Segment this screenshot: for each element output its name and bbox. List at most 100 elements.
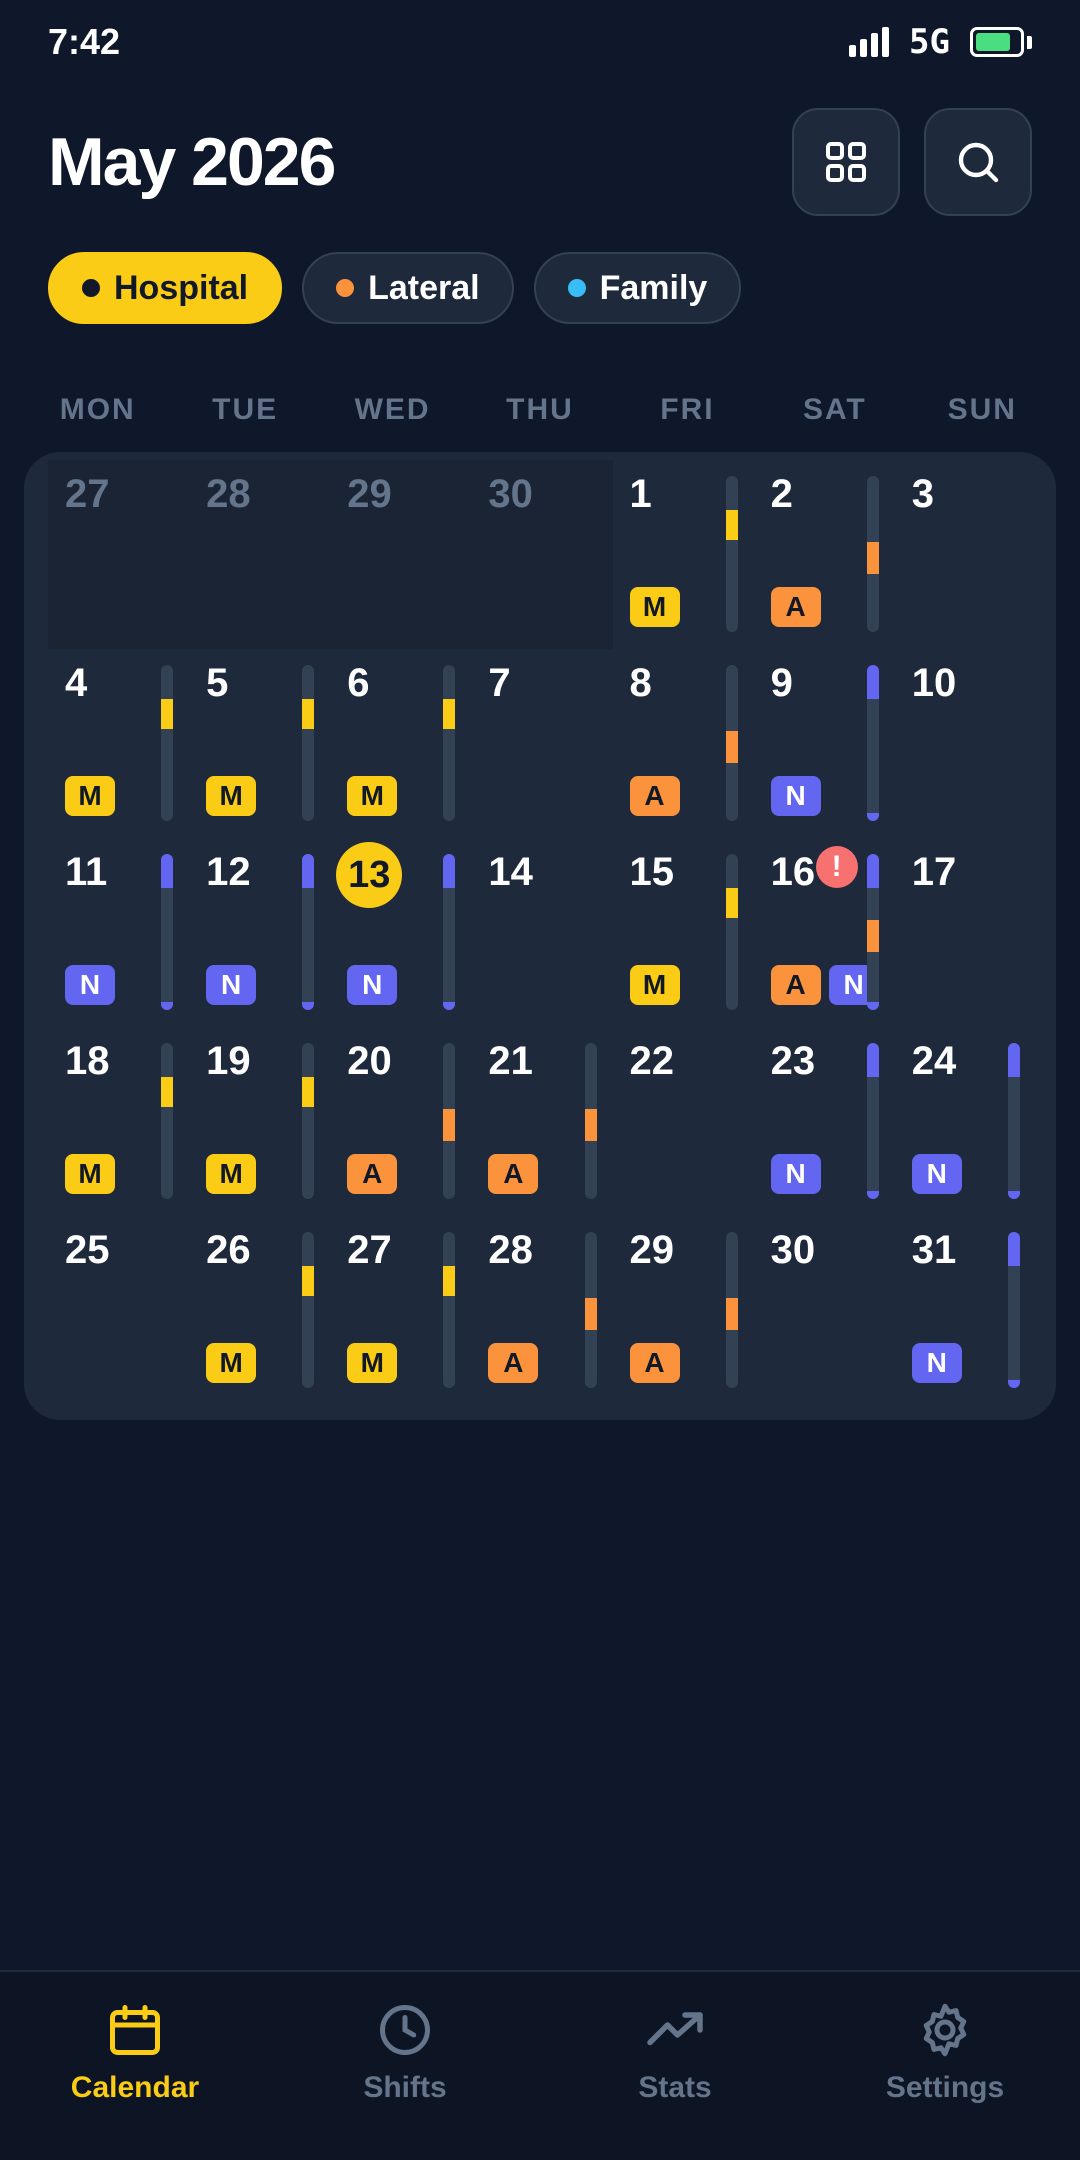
day-cell[interactable]: 12 N (189, 838, 330, 1027)
day-cell[interactable]: 25 (48, 1216, 189, 1405)
day-cell[interactable]: 22 (613, 1027, 754, 1216)
status-indicators: 5G (849, 22, 1032, 62)
day-cell[interactable]: 20 A (330, 1027, 471, 1216)
shift-badges: N (347, 965, 398, 1005)
shift-timeline (584, 1232, 597, 1388)
filter-chip-lateral[interactable]: Lateral (302, 252, 514, 324)
shift-badge-N: N (206, 965, 257, 1005)
filter-chip-hospital[interactable]: Hospital (48, 252, 283, 324)
shift-badges: A (629, 1343, 680, 1383)
shift-badge-A: A (488, 1343, 539, 1383)
timeline-segment-M (302, 699, 315, 729)
day-cell[interactable]: 24 N (895, 1027, 1036, 1216)
day-cell[interactable]: 28 A (471, 1216, 612, 1405)
day-cell[interactable]: 13 N (330, 838, 471, 1027)
timeline-segment-N (161, 1002, 174, 1010)
shift-timeline (161, 1043, 174, 1199)
day-number: 20 (347, 1039, 392, 1083)
day-cell[interactable]: 2A (754, 460, 895, 649)
filter-chip-family[interactable]: Family (533, 252, 742, 324)
day-cell[interactable]: 29 (330, 460, 472, 649)
day-cell[interactable]: 1M (613, 460, 754, 649)
filter-chip-label: Lateral (368, 268, 480, 307)
shift-timeline (443, 1043, 456, 1199)
shift-timeline (866, 665, 879, 821)
shift-timeline (866, 476, 879, 632)
day-cell[interactable]: 26 M (189, 1216, 330, 1405)
nav-item-stats[interactable]: Stats (540, 1972, 810, 2160)
day-cell[interactable]: 3 (895, 460, 1036, 649)
day-number: 23 (770, 1039, 816, 1083)
shift-timeline (302, 1232, 315, 1388)
bottom-navigation: Calendar Shifts Stats Settings (0, 1970, 1080, 2160)
day-number: 30 (770, 1228, 816, 1272)
day-cell[interactable]: 7 (471, 649, 612, 838)
shift-badge-M: M (347, 1343, 398, 1383)
day-cell[interactable]: 21 A (471, 1027, 612, 1216)
shift-badge-A: A (629, 776, 680, 816)
day-number: 3 (911, 472, 934, 516)
shift-badge-M: M (206, 1154, 257, 1194)
day-cell[interactable]: 31 N (895, 1216, 1036, 1405)
shift-badges: AN (770, 965, 879, 1005)
day-cell[interactable]: 29 A (613, 1216, 754, 1405)
day-cell[interactable]: 6M (330, 649, 471, 838)
day-cell[interactable]: 9N (754, 649, 895, 838)
day-cell[interactable]: 30 (754, 1216, 895, 1405)
day-cell[interactable]: 19 M (189, 1027, 330, 1216)
filter-chip-label: Hospital (114, 268, 249, 307)
nav-item-calendar[interactable]: Calendar (0, 1972, 270, 2160)
shift-timeline (725, 665, 738, 821)
timeline-segment-M (443, 699, 456, 729)
day-cell[interactable]: 16! A N (754, 838, 895, 1027)
nav-item-settings[interactable]: Settings (810, 1972, 1080, 2160)
day-cell[interactable]: 18 M (48, 1027, 189, 1216)
timeline-segment-A (725, 1298, 738, 1330)
day-cell[interactable]: 5M (189, 649, 330, 838)
shift-badges: M (65, 776, 115, 816)
shift-timeline (302, 1043, 315, 1199)
search-button[interactable] (924, 108, 1032, 216)
weekday-label: SUN (947, 393, 1017, 426)
timeline-segment-N (866, 854, 879, 888)
day-cell[interactable]: 10 (895, 649, 1036, 838)
day-number: 28 (206, 472, 251, 516)
timeline-segment-N (302, 854, 315, 888)
day-cell[interactable]: 23 N (754, 1027, 895, 1216)
day-cell[interactable]: 30 (471, 460, 613, 649)
timeline-segment-N (1007, 1043, 1020, 1077)
shift-badge-A: A (770, 965, 821, 1005)
shift-badge-N: N (911, 1343, 962, 1383)
day-number: 4 (65, 661, 88, 705)
shift-badge-A: A (488, 1154, 539, 1194)
grid-view-button[interactable] (792, 108, 900, 216)
shift-timeline (302, 854, 315, 1010)
day-number: 26 (206, 1228, 251, 1272)
day-number: 14 (488, 850, 533, 894)
timeline-segment-M (161, 699, 174, 729)
day-cell[interactable]: 14 (471, 838, 612, 1027)
weekday-label: THU (506, 393, 574, 426)
header-actions (792, 108, 1032, 216)
day-number: 16 (770, 850, 816, 894)
day-cell[interactable]: 15 M (613, 838, 754, 1027)
shift-badges: N (770, 776, 821, 816)
weekday-label: WED (354, 393, 431, 426)
shift-timeline (1007, 1043, 1020, 1199)
timeline-segment-A (443, 1109, 456, 1141)
day-number: 31 (911, 1228, 957, 1272)
day-cell[interactable]: 28 (189, 460, 331, 649)
day-cell[interactable]: 8A (613, 649, 754, 838)
shift-badges: M (206, 1343, 257, 1383)
day-cell[interactable]: 27 M (330, 1216, 471, 1405)
shift-badges: M (347, 776, 398, 816)
nav-item-shifts[interactable]: Shifts (270, 1972, 540, 2160)
day-cell[interactable]: 11 N (48, 838, 189, 1027)
day-cell[interactable]: 4M (48, 649, 189, 838)
day-cell[interactable]: 27 (48, 460, 190, 649)
calendar-icon (105, 2000, 165, 2065)
day-number: 11 (65, 850, 108, 894)
shift-timeline (725, 854, 738, 1010)
day-cell[interactable]: 17 (895, 838, 1036, 1027)
nav-label: Settings (885, 2071, 1005, 2104)
